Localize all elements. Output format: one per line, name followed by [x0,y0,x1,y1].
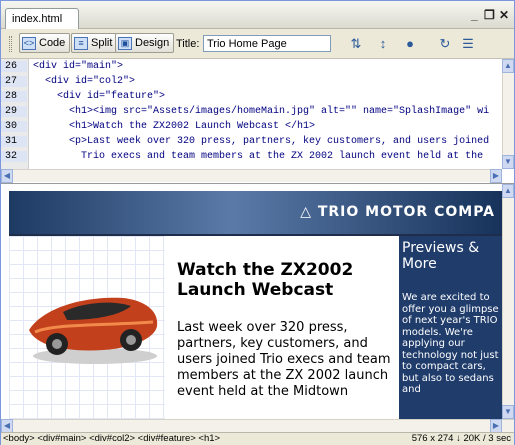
line-number: 31 [1,136,27,147]
document-window: index.html _ ❐ ✕ <> Code ≡ Split ▣ Desig… [0,0,515,445]
preview-browser-icon[interactable]: ● [400,35,420,53]
scroll-down-arrow-icon[interactable]: ▼ [502,155,514,169]
tag-selector[interactable]: <body> <div#main> <div#col2> <div#featur… [3,433,220,445]
code-view-label: Code [39,37,66,49]
document-tab-strip: index.html _ ❐ ✕ [1,1,514,29]
code-line[interactable]: Trio execs and team members at the ZX 20… [33,151,483,162]
design-scroll-left-icon[interactable]: ◀ [1,419,13,433]
document-toolbar: <> Code ≡ Split ▣ Design Title: ⇅ ↕ ● ↻ … [1,29,514,59]
close-icon[interactable]: ✕ [499,8,509,22]
code-line[interactable]: <div id="col2"> [33,76,135,87]
design-scroll-down-icon[interactable]: ▼ [502,405,514,419]
title-label: Title: [176,38,200,50]
code-pane[interactable]: 26 <div id="main"> 27 <div id="col2"> 28 <d… [1,59,514,184]
design-vertical-scrollbar[interactable] [502,184,514,419]
refresh-icon[interactable]: ↻ [435,35,455,53]
feature-body-text: Last week over 320 press, partners, key … [177,320,391,399]
previews-sidebar: Previews & More We are excited to offer … [399,236,503,419]
view-options-icon[interactable]: ☰ [458,35,478,53]
minimize-icon[interactable]: _ [471,8,478,22]
check-browser-icon[interactable]: ↕ [373,35,393,53]
split-view-button[interactable]: ≡ Split [71,33,118,53]
code-view-button[interactable]: <> Code [19,33,71,53]
restore-icon[interactable]: ❐ [484,8,495,22]
line-number: 29 [1,106,27,117]
scroll-up-arrow-icon[interactable]: ▲ [502,59,514,73]
code-line[interactable]: <h1><img src="Assets/images/homeMain.jpg… [33,106,489,117]
code-line[interactable]: <div id="feature"> [33,91,165,102]
document-tab-label: index.html [12,13,63,25]
code-horizontal-scrollbar[interactable] [1,169,502,182]
document-tab[interactable]: index.html [5,8,79,29]
feature-headline: Watch the ZX2002 Launch Webcast [177,260,354,300]
line-number: 32 [1,151,27,162]
toolbar-grip[interactable] [9,36,12,52]
split-view-icon: ≡ [74,36,88,50]
document-size-info: 576 x 274 ↓ 20K / 3 sec [411,433,511,444]
design-scroll-right-icon[interactable]: ▶ [490,419,502,433]
line-number: 30 [1,121,27,132]
sports-car-image [29,297,158,364]
code-view-icon: <> [22,36,36,50]
file-management-icon[interactable]: ⇅ [346,35,366,53]
line-number: 28 [1,91,27,102]
sidebar-heading: Previews & More [402,240,480,272]
sidebar-text: We are excited to offer you a glimpse of… [402,292,499,395]
site-banner: △ TRIO MOTOR COMPA [9,191,503,234]
hero-image[interactable] [9,236,165,419]
code-line[interactable]: <h1>Watch the ZX2002 Launch Webcast </h1… [33,121,315,132]
code-line[interactable]: <div id="main"> [33,61,123,72]
design-scroll-up-icon[interactable]: ▲ [502,184,514,198]
design-horizontal-scrollbar[interactable] [1,419,514,432]
design-view-icon: ▣ [118,36,132,50]
design-view-label: Design [135,37,170,49]
scroll-right-arrow-icon[interactable]: ▶ [490,169,502,183]
split-view-label: Split [91,37,113,49]
document-title-input[interactable] [203,35,331,52]
code-vertical-scrollbar[interactable] [502,59,514,169]
line-number: 26 [1,61,27,72]
scroll-left-arrow-icon[interactable]: ◀ [1,169,13,183]
code-line[interactable]: <p>Last week over 320 press, partners, k… [33,136,489,147]
design-view-button[interactable]: ▣ Design [115,33,175,53]
design-pane[interactable]: △ TRIO MOTOR COMPA Watch the ZX2002 Laun… [1,184,514,419]
line-number: 27 [1,76,27,87]
status-bar: <body> <div#main> <div#col2> <div#featur… [1,432,514,445]
brand-logo: △ TRIO MOTOR COMPA [300,204,495,220]
